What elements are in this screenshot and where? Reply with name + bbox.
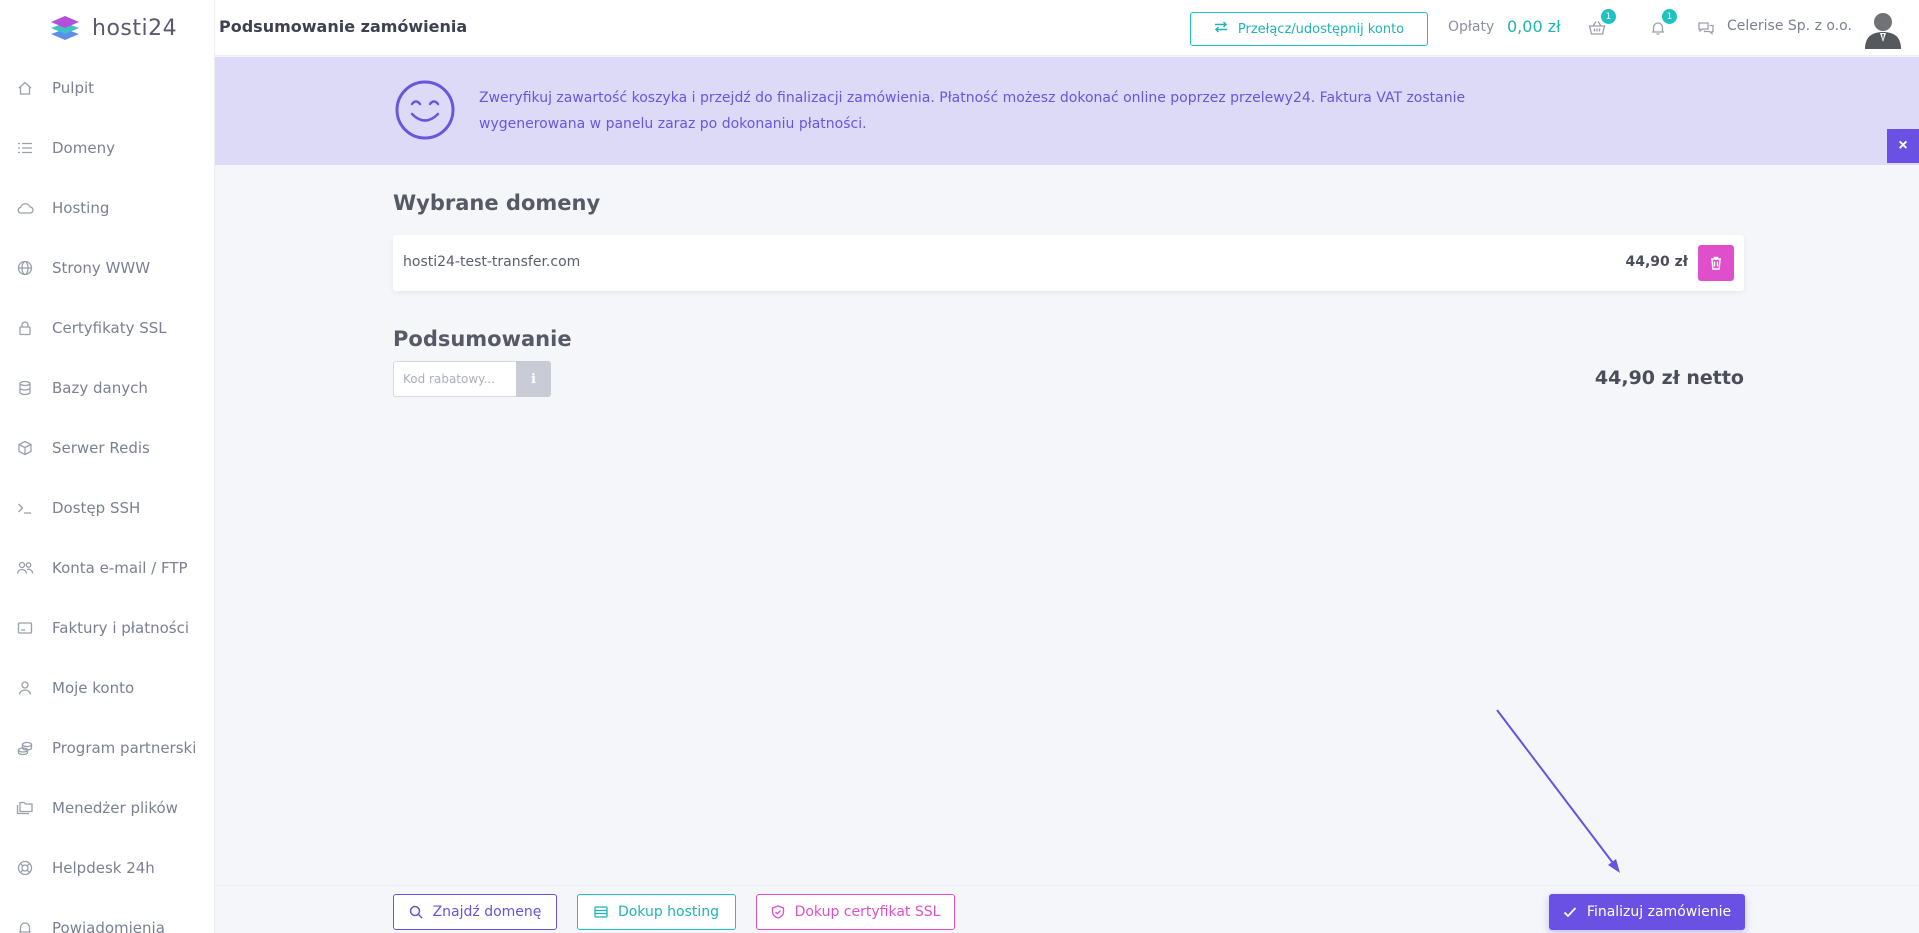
switch-account-label: Przełącz/udostępnij konto [1237,21,1405,37]
sidebar: hosti24 Pulpit Domeny Hosting Strony WWW… [0,0,215,933]
annotation-arrow [1496,709,1620,873]
notifications-button[interactable]: 1 [1648,9,1677,38]
terminal-icon [16,499,34,517]
logo-text: hosti24 [92,15,178,41]
switch-account-button[interactable]: Przełącz/udostępnij konto [1190,12,1428,46]
sidebar-item-helpdesk[interactable]: Helpdesk 24h [0,838,214,898]
find-domain-label: Znajdź domenę [432,904,542,920]
sidebar-item-label: Bazy danych [52,379,148,397]
sidebar-item-menedzer-plikow[interactable]: Menedżer plików [0,778,214,838]
sidebar-item-label: Dostęp SSH [52,499,141,517]
sidebar-item-serwer-redis[interactable]: Serwer Redis [0,418,214,478]
sidebar-item-label: Menedżer plików [52,799,178,817]
home-icon [16,79,34,97]
check-icon [1563,907,1577,918]
sidebar-item-bazy-danych[interactable]: Bazy danych [0,358,214,418]
sidebar-item-label: Strony WWW [52,259,151,277]
find-domain-button[interactable]: Znajdź domenę [393,894,557,930]
add-hosting-button[interactable]: Dokup hosting [577,894,736,930]
sidebar-item-label: Pulpit [52,79,95,97]
sidebar-nav: Pulpit Domeny Hosting Strony WWW Certyfi… [0,58,214,933]
database-icon [16,379,34,397]
sidebar-item-label: Program partnerski [52,739,197,757]
sidebar-item-label: Faktury i płatności [52,619,190,637]
sidebar-item-program-partnerski[interactable]: Program partnerski [0,718,214,778]
invoice-icon [16,619,34,637]
sidebar-item-dostep-ssh[interactable]: Dostęp SSH [0,478,214,538]
globe-icon [16,259,34,277]
sidebar-item-faktury[interactable]: Faktury i płatności [0,598,214,658]
banner-message: Zweryfikuj zawartość koszyka i przejdź d… [479,90,1466,132]
sidebar-item-domeny[interactable]: Domeny [0,118,214,178]
close-banner-button[interactable]: × [1887,129,1919,163]
sidebar-item-label: Konta e-mail / FTP [52,559,188,577]
shield-icon [771,905,784,919]
cart-button[interactable]: 1 [1587,9,1616,38]
finalize-order-button[interactable]: Finalizuj zamówienie [1549,894,1745,930]
sidebar-item-label: Serwer Redis [52,439,150,457]
swap-arrows-icon [1214,21,1228,37]
page-title: Podsumowanie zamówienia [219,17,468,36]
lock-icon [16,319,34,337]
logo-icon [51,16,79,40]
sidebar-item-label: Certyfikaty SSL [52,319,167,337]
top-header: Podsumowanie zamówienia Przełącz/udostęp… [215,0,1919,56]
search-icon [409,905,423,919]
finalize-order-label: Finalizuj zamówienie [1586,904,1732,920]
user-icon [16,679,34,697]
messages-button[interactable] [1696,18,1716,38]
info-icon: i [531,371,536,387]
fees-label: Opłaty [1448,19,1495,35]
fees-value[interactable]: 0,00 zł [1507,17,1561,36]
sidebar-item-moje-konto[interactable]: Moje konto [0,658,214,718]
sidebar-item-pulpit[interactable]: Pulpit [0,58,214,118]
users-icon [16,559,34,577]
sidebar-item-label: Powiadomienia [52,919,165,933]
domains-section-title: Wybrane domeny [393,191,601,215]
add-ssl-label: Dokup certyfikat SSL [794,904,941,920]
sidebar-item-label: Hosting [52,199,110,217]
delete-domain-button[interactable] [1698,245,1734,281]
info-banner: Zweryfikuj zawartość koszyka i przejdź d… [215,57,1919,165]
sidebar-item-hosting[interactable]: Hosting [0,178,214,238]
logo[interactable]: hosti24 [0,0,214,56]
sidebar-item-label: Moje konto [52,679,135,697]
notifications-badge: 1 [1662,9,1677,24]
add-ssl-button[interactable]: Dokup certyfikat SSL [756,894,955,930]
trash-icon [1711,256,1721,270]
avatar[interactable] [1863,9,1903,49]
lifebuoy-icon [16,859,34,877]
cart-badge: 1 [1601,9,1616,24]
bell-icon [16,919,34,933]
list-icon [16,139,34,157]
domain-name: hosti24-test-transfer.com [403,254,581,270]
coupon-group: i [393,361,551,397]
sidebar-item-strony-www[interactable]: Strony WWW [0,238,214,298]
action-bar: Znajdź domenę Dokup hosting Dokup certyf… [215,885,1919,933]
add-hosting-label: Dokup hosting [617,904,720,920]
table-row: hosti24-test-transfer.com 44,90 zł [393,235,1744,291]
chat-icon [1698,22,1714,35]
sidebar-item-certyfikaty-ssl[interactable]: Certyfikaty SSL [0,298,214,358]
company-name[interactable]: Celerise Sp. z o.o. [1727,18,1852,34]
cube-icon [16,439,34,457]
sidebar-item-konta-email-ftp[interactable]: Konta e-mail / FTP [0,538,214,598]
domain-price: 44,90 zł [1625,254,1688,270]
bell-icon [1652,22,1664,35]
summary-section-title: Podsumowanie [393,327,572,351]
folders-icon [16,799,34,817]
smile-icon [395,80,455,140]
sidebar-item-label: Helpdesk 24h [52,859,155,877]
order-total: 44,90 zł netto [1594,367,1744,389]
coupon-input[interactable] [393,361,516,397]
sidebar-item-powiadomienia[interactable]: Powiadomienia [0,898,214,933]
coins-icon [16,739,34,757]
sidebar-item-label: Domeny [52,139,115,157]
server-icon [594,906,608,918]
cloud-icon [16,199,34,217]
coupon-info-button[interactable]: i [516,361,551,397]
